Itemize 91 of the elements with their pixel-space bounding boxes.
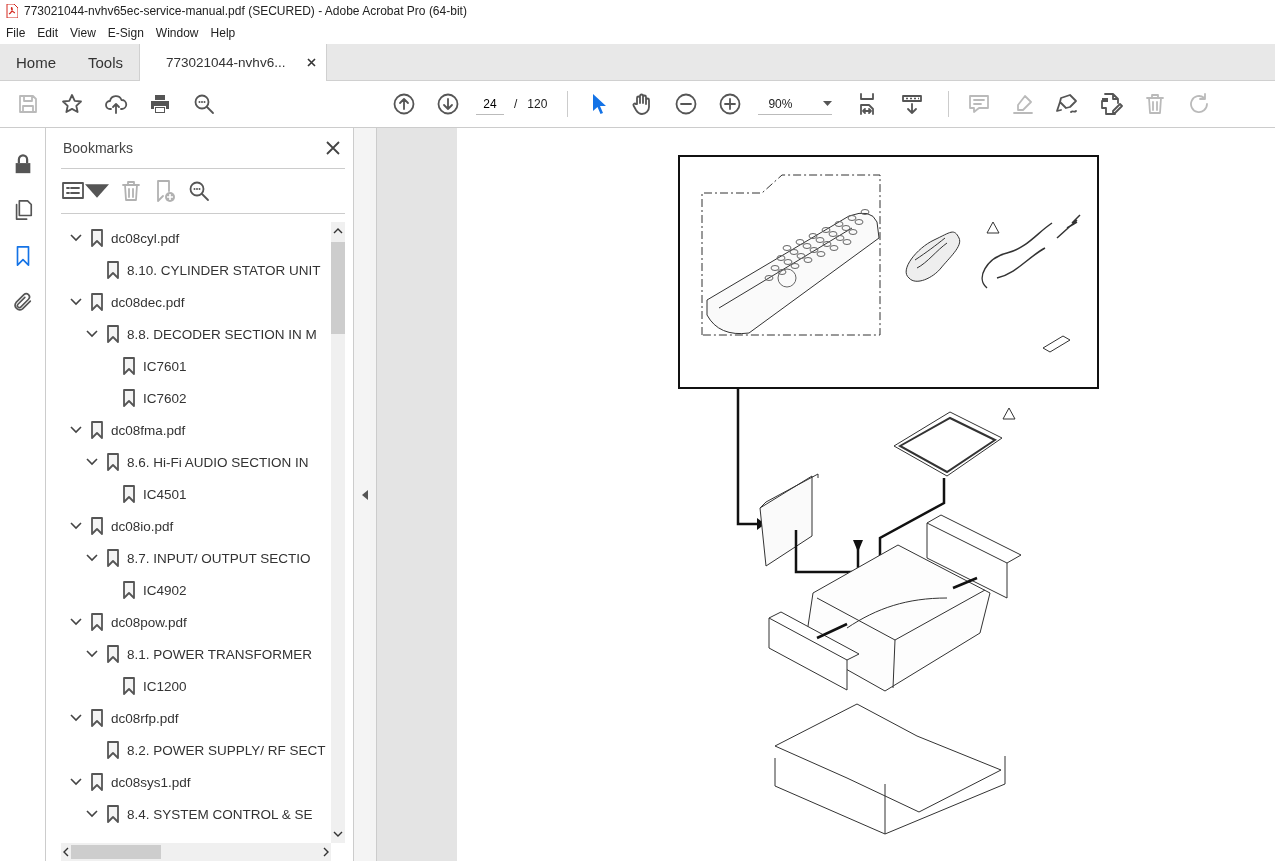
bookmark-icon bbox=[123, 677, 135, 695]
chevron-icon[interactable] bbox=[85, 329, 99, 339]
vertical-scrollbar[interactable] bbox=[331, 222, 345, 843]
pdf-file-icon bbox=[6, 4, 18, 18]
bookmark-icon bbox=[91, 229, 103, 247]
bookmark-label[interactable]: 8.7. INPUT/ OUTPUT SECTIO bbox=[127, 550, 311, 566]
bookmark-icon bbox=[91, 613, 103, 631]
bookmark-icon bbox=[107, 645, 119, 663]
star-icon[interactable] bbox=[60, 92, 84, 116]
caret-icon bbox=[823, 101, 833, 106]
bookmark-icon bbox=[123, 581, 135, 599]
tab[interactable]: 773021044-nvhv6... bbox=[139, 44, 328, 81]
bookmark-icon bbox=[107, 325, 119, 343]
tab[interactable]: Home bbox=[0, 44, 72, 80]
chevron-icon[interactable] bbox=[85, 649, 99, 659]
tab-title: 773021044-nvhv6... bbox=[166, 55, 286, 70]
print-icon[interactable] bbox=[148, 92, 172, 116]
bookmark-label[interactable]: IC7601 bbox=[143, 358, 187, 374]
chevron-icon[interactable] bbox=[69, 297, 83, 307]
close-icon[interactable] bbox=[307, 58, 317, 67]
bookmark-label[interactable]: 8.2. POWER SUPPLY/ RF SECT bbox=[127, 742, 326, 758]
bookmark-label[interactable]: 8.10. CYLINDER STATOR UNIT bbox=[127, 262, 321, 278]
chevron-icon[interactable] bbox=[69, 425, 83, 435]
scroll-down-icon[interactable] bbox=[333, 829, 343, 839]
chevron-icon[interactable] bbox=[69, 617, 83, 627]
bookmark-label[interactable]: IC4902 bbox=[143, 582, 187, 598]
page-number-field[interactable]: 24 bbox=[476, 93, 504, 115]
bookmark-icon bbox=[107, 453, 119, 471]
bookmark-icon bbox=[107, 261, 119, 279]
edit-document-icon[interactable] bbox=[1099, 92, 1124, 116]
scrollbar-thumb[interactable] bbox=[71, 845, 161, 859]
bookmark-icon bbox=[107, 805, 119, 823]
zoom-dropdown[interactable]: 90% bbox=[758, 93, 833, 115]
page-separator: / bbox=[514, 97, 518, 111]
bookmark-label[interactable]: 8.1. POWER TRANSFORMER bbox=[127, 646, 313, 662]
bookmark-icon bbox=[91, 421, 103, 439]
zoom-in-icon[interactable] bbox=[718, 92, 743, 116]
scroll-up-icon[interactable] bbox=[333, 226, 343, 236]
menu-item[interactable]: Edit bbox=[31, 26, 65, 40]
chevron-icon[interactable] bbox=[85, 457, 99, 467]
chevron-icon[interactable] bbox=[69, 713, 83, 723]
menu-item[interactable]: Help bbox=[204, 26, 242, 40]
panel-title: Bookmarks bbox=[63, 140, 134, 156]
chevron-icon[interactable] bbox=[69, 521, 83, 531]
bookmark-icon bbox=[91, 773, 103, 791]
bookmark-icon bbox=[123, 389, 135, 407]
bookmark-label[interactable]: 8.6. Hi-Fi AUDIO SECTION IN bbox=[127, 454, 309, 470]
bookmark-label[interactable]: dc08dec.pdf bbox=[111, 294, 185, 310]
zoom-value: 90% bbox=[768, 96, 793, 111]
page-count: 120 bbox=[527, 97, 548, 111]
bookmark-icon bbox=[123, 357, 135, 375]
chevron-icon[interactable] bbox=[69, 233, 83, 243]
scrollbar-thumb[interactable] bbox=[331, 242, 345, 334]
window-title: 773021044-nvhv65ec-service-manual.pdf (SECURED) - Adobe Acrobat Pro (64-bit) bbox=[24, 4, 467, 18]
chevron-icon[interactable] bbox=[85, 809, 99, 819]
bookmark-label[interactable]: IC4501 bbox=[143, 486, 187, 502]
bookmark-label[interactable]: dc08pow.pdf bbox=[111, 614, 187, 630]
bookmark-label[interactable]: dc08fma.pdf bbox=[111, 422, 186, 438]
menu-item[interactable]: File bbox=[0, 26, 32, 40]
chevron-icon[interactable] bbox=[69, 777, 83, 787]
bookmark-label[interactable]: 8.4. SYSTEM CONTROL & SE bbox=[127, 806, 313, 822]
bookmark-icon bbox=[91, 293, 103, 311]
zoom-out-icon[interactable] bbox=[674, 92, 699, 116]
cloud-upload-icon[interactable] bbox=[104, 92, 128, 116]
bookmark-label[interactable]: dc08cyl.pdf bbox=[111, 230, 180, 246]
bookmark-label[interactable]: 8.8. DECODER SECTION IN M bbox=[127, 326, 317, 342]
scroll-right-icon[interactable] bbox=[321, 847, 331, 857]
collapse-arrow-icon[interactable] bbox=[362, 489, 368, 500]
menu-item[interactable]: Window bbox=[149, 26, 205, 40]
scroll-mode-icon[interactable] bbox=[900, 92, 925, 116]
bookmark-icon bbox=[91, 517, 103, 535]
bookmark-label[interactable]: dc08rfp.pdf bbox=[111, 710, 179, 726]
search-icon[interactable] bbox=[187, 179, 211, 203]
bookmark-icon bbox=[91, 709, 103, 727]
bookmark-icon bbox=[107, 741, 119, 759]
bookmark-label[interactable]: IC7602 bbox=[143, 390, 187, 406]
bookmark-icon bbox=[123, 485, 135, 503]
bookmark-label[interactable]: dc08sys1.pdf bbox=[111, 774, 191, 790]
scroll-left-icon[interactable] bbox=[61, 847, 71, 857]
chevron-icon[interactable] bbox=[85, 553, 99, 563]
bookmark-icon bbox=[107, 549, 119, 567]
search-icon[interactable] bbox=[192, 92, 216, 116]
tab[interactable]: Tools bbox=[72, 44, 140, 80]
menu-item[interactable]: E-Sign bbox=[101, 26, 150, 40]
bookmark-label[interactable]: dc08io.pdf bbox=[111, 518, 174, 534]
close-icon[interactable] bbox=[325, 140, 341, 156]
pen-signature-icon[interactable] bbox=[1055, 92, 1080, 116]
bookmark-label[interactable]: IC1200 bbox=[143, 678, 187, 694]
horizontal-scrollbar[interactable] bbox=[61, 843, 331, 861]
menu-item[interactable]: View bbox=[64, 26, 102, 40]
paperclip-icon[interactable] bbox=[11, 291, 34, 313]
